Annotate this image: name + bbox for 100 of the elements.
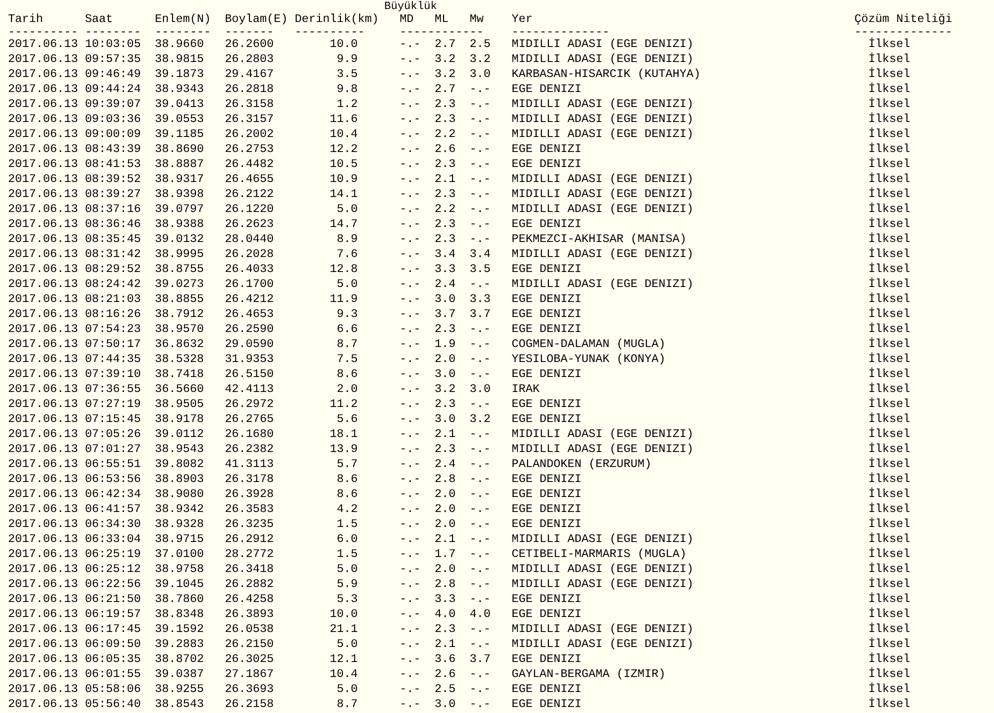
table-cell-text: 2017.06.13 [8,532,79,547]
table-cell: İlksel [868,277,910,292]
table-cell: İlksel [868,127,910,142]
table-cell-text: 2.3 [434,97,457,112]
table-cell-text: 3.7 [470,307,492,322]
table-cell-text: 3.0 [434,367,457,382]
table-cell-text: 07:01:27 [84,442,142,457]
table-cell-text: 2017.06.13 [8,292,79,307]
table-cell-text: GAYLAN-BERGAMA (IZMIR) [512,667,666,682]
table-cell-text: -.- [470,397,492,412]
table-cell-text: -.- [470,487,492,502]
table-cell-text: 26.3418 [224,562,275,577]
table-cell-text: MIDILLI ADASI (EGE DENIZI) [512,562,694,577]
table-cell-text: 26.5150 [224,367,275,382]
table-cell-text: 2017.06.13 [8,637,79,652]
table-cell-text: 2017.06.13 [8,232,79,247]
table-cell-text: 9.9 [336,52,358,67]
table-cell-text: EGE DENIZI [512,517,583,532]
table-cell-text: 10.5 [328,157,358,172]
table-cell-text: 06:21:50 [84,592,142,607]
table-cell-text: EGE DENIZI [512,412,583,427]
table-cell-text: 2.2 [434,127,457,142]
table-cell: İlksel [868,367,910,382]
table-cell-text: 2.7 [434,37,457,52]
table-cell-text: IRAK [512,382,541,397]
table-cell: İlksel [868,577,910,592]
table-cell-text: 39.0387 [154,667,205,682]
table-cell-text: 10.0 [328,37,358,52]
table-cell-text: 2.3 [434,157,457,172]
table-cell-text: 3.3 [434,592,457,607]
table-cell-text: 2017.06.13 [8,127,79,142]
table-cell-text: 2.3 [434,112,457,127]
table-cell-text: -.- [470,667,492,682]
table-cell-text: 38.9505 [154,397,205,412]
table-cell-text: 2017.06.13 [8,262,79,277]
table-cell-text: 38.8755 [154,262,205,277]
table-cell-text: 26.3178 [224,472,275,487]
table-cell-text: EGE DENIZI [512,697,583,712]
table-cell-text: 2017.06.13 [8,97,79,112]
table-cell-text: 5.0 [336,682,358,697]
table-cell-text: 38.9343 [154,82,205,97]
table-cell-text: 2017.06.13 [8,442,79,457]
table-cell-text: 2.0 [434,352,457,367]
table-cell-text: 2017.06.13 [8,67,79,82]
table-cell-text: MIDILLI ADASI (EGE DENIZI) [512,532,694,547]
table-cell-text: 26.0538 [224,622,275,637]
table-cell: İlksel [868,382,910,397]
table-cell-text: 39.0797 [154,202,205,217]
table-cell-text: 38.9543 [154,442,205,457]
table-cell-text: 2.3 [434,187,457,202]
table-cell-text: 31.9353 [224,352,275,367]
table-cell-text: 38.9398 [154,187,205,202]
table-cell-text: 2017.06.13 [8,682,79,697]
table-cell-text: 8.7 [336,697,358,712]
table-cell-text: 38.9815 [154,52,205,67]
table-cell-text: -.- [400,607,422,622]
table-cell-text: -.- [400,112,422,127]
table-cell-text: -.- [470,502,492,517]
column-header: Saat [84,12,114,27]
table-cell-text: 08:39:27 [84,187,142,202]
table-cell-text: 38.7912 [154,307,205,322]
table-cell-text: 2017.06.13 [8,112,79,127]
column-header: Boylam(E) [224,12,289,27]
table-cell-text: 1.7 [434,547,457,562]
table-cell-text: 3.0 [470,67,492,82]
table-cell-text: 41.3113 [224,457,275,472]
table-cell-text: 2.3 [434,232,457,247]
table-cell-text: EGE DENIZI [512,262,583,277]
table-cell-text: 2017.06.13 [8,37,79,52]
table-cell-text: 2017.06.13 [8,247,79,262]
table-cell-text: 2.5 [434,682,457,697]
table-cell-text: 2.4 [434,457,457,472]
table-cell-text: 10.4 [328,127,358,142]
table-cell-text: 2017.06.13 [8,322,79,337]
table-cell-text: 39.0112 [154,427,205,442]
table-cell-text: 5.0 [336,202,358,217]
table-cell: İlksel [868,292,910,307]
table-cell-text: -.- [400,337,422,352]
table-cell-text: 39.1185 [154,127,205,142]
table-cell-text: 38.7860 [154,592,205,607]
table-cell-text: EGE DENIZI [512,487,583,502]
table-cell-text: 3.0 [470,382,492,397]
table-cell-text: 39.0132 [154,232,205,247]
table-cell-text: 26.4653 [224,307,275,322]
table-cell-text: 07:44:35 [84,352,142,367]
table-cell-text: 2017.06.13 [8,517,79,532]
table-cell-text: 26.1220 [224,202,275,217]
table-cell-text: -.- [400,397,422,412]
table-cell: İlksel [868,82,910,97]
table-cell: İlksel [868,187,910,202]
table-cell: İlksel [868,607,910,622]
table-cell-text: 9.3 [336,307,358,322]
column-header: Derinlik(km) [294,12,380,27]
table-cell-text: 08:37:16 [84,202,142,217]
table-cell-text: 38.9317 [154,172,205,187]
table-cell-text: 3.4 [434,247,457,262]
table-cell-text: 5.7 [336,457,358,472]
table-cell-text: COGMEN-DALAMAN (MUGLA) [512,337,666,352]
table-cell-text: -.- [400,292,422,307]
table-cell-text: -.- [400,262,422,277]
